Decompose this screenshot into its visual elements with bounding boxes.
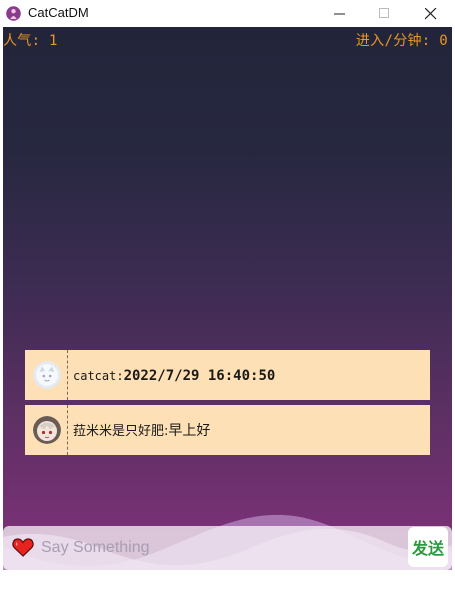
avatar <box>33 416 61 444</box>
entries-per-minute-counter: 进入/分钟: 0 <box>355 33 448 49</box>
danmaku-username: 菈米米是只好肥: <box>73 424 169 439</box>
danmaku-message: 2022/7/29 16:40:50 <box>123 368 276 384</box>
avatar <box>33 361 61 389</box>
input-bar: 发送 <box>3 526 452 570</box>
send-button[interactable]: 发送 <box>408 527 448 567</box>
avatar-anime-icon <box>33 416 61 444</box>
popularity-counter: 人气: 1 <box>3 33 58 49</box>
bubble-divider <box>67 405 68 455</box>
heart-icon[interactable] <box>11 535 35 559</box>
message-input[interactable] <box>41 535 401 561</box>
bottom-strip <box>3 570 452 598</box>
danmaku-text: catcat:2022/7/29 16:40:50 <box>73 350 275 400</box>
danmaku-text: 菈米米是只好肥:早上好 <box>73 405 210 455</box>
maximize-button[interactable] <box>362 0 408 27</box>
maximize-icon <box>379 8 389 18</box>
minimize-icon <box>334 13 345 15</box>
title-bar: CatCatDM <box>0 0 455 27</box>
avatar-default-icon <box>33 361 61 389</box>
danmaku-stage: 人气: 1 进入/分钟: 0 catcat:2022/7/29 16:40:50 <box>3 27 452 598</box>
danmaku-username: catcat: <box>73 369 124 383</box>
close-icon <box>425 8 437 20</box>
window-title: CatCatDM <box>28 5 89 20</box>
danmaku-bubble: 菈米米是只好肥:早上好 <box>25 405 430 455</box>
app-logo-icon <box>6 6 21 21</box>
bubble-divider <box>67 350 68 400</box>
danmaku-message: 早上好 <box>168 423 211 439</box>
minimize-button[interactable] <box>317 0 363 27</box>
close-button[interactable] <box>408 0 454 27</box>
danmaku-bubble: catcat:2022/7/29 16:40:50 <box>25 350 430 400</box>
